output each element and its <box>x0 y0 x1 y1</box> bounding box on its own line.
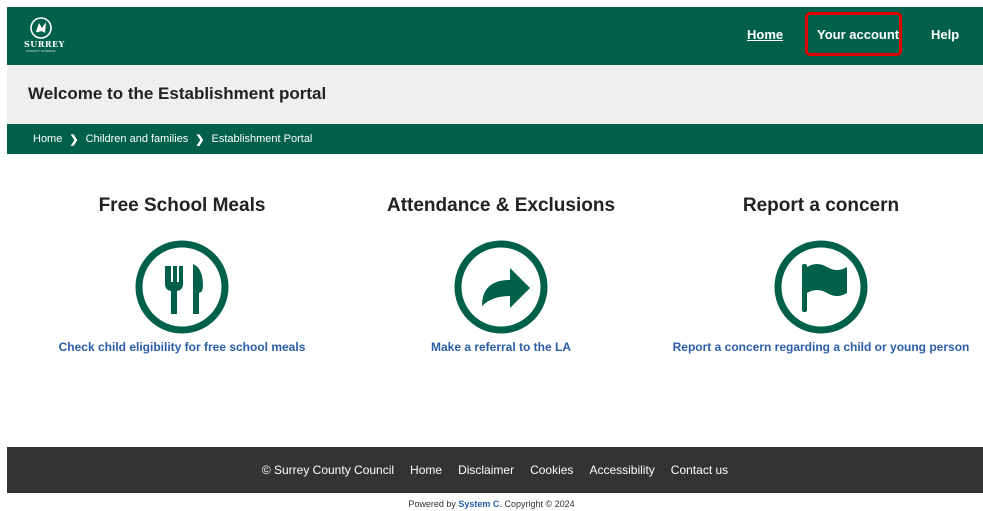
welcome-banner: Welcome to the Establishment portal <box>7 65 983 124</box>
nav-help-link[interactable]: Help <box>931 27 959 42</box>
cutlery-icon[interactable] <box>135 240 229 334</box>
footer-link-cookies[interactable]: Cookies <box>530 463 573 477</box>
powered-suffix: . Copyright © 2024 <box>499 499 575 509</box>
tile-attendance-exclusions: Attendance & Exclusions Make a referral … <box>341 195 661 356</box>
page-frame: SURREY COUNTY COUNCIL Home Your account … <box>7 7 983 154</box>
main-nav: Home Your account Help <box>7 7 983 65</box>
page-title: Welcome to the Establishment portal <box>28 84 327 103</box>
powered-prefix: Powered by <box>408 499 456 509</box>
footer-link-contact-us[interactable]: Contact us <box>671 463 728 477</box>
tile-title: Free School Meals <box>98 195 266 216</box>
breadcrumb-home[interactable]: Home <box>33 133 62 145</box>
chevron-right-icon: ❯ <box>69 133 79 146</box>
nav-your-account-link[interactable]: Your account <box>817 27 899 42</box>
free-school-meals-link[interactable]: Check child eligibility for free school … <box>59 340 306 354</box>
breadcrumb-current: Establishment Portal <box>211 133 313 145</box>
report-concern-link[interactable]: Report a concern regarding a child or yo… <box>673 340 970 354</box>
footer-copyright: © Surrey County Council <box>261 463 395 477</box>
tile-title: Attendance & Exclusions <box>386 195 616 216</box>
chevron-right-icon: ❯ <box>195 133 205 146</box>
breadcrumb: Home ❯ Children and families ❯ Establish… <box>7 124 983 154</box>
tile-report-concern: Report a concern Report a concern regard… <box>661 195 981 356</box>
footer-link-accessibility[interactable]: Accessibility <box>589 463 654 477</box>
tile-title: Report a concern <box>742 195 900 216</box>
service-tiles: Free School Meals Check child eligibilit… <box>0 195 983 375</box>
footer-link-disclaimer[interactable]: Disclaimer <box>458 463 514 477</box>
site-header: SURREY COUNTY COUNCIL Home Your account … <box>7 7 983 65</box>
breadcrumb-children-and-families[interactable]: Children and families <box>86 133 189 145</box>
footer-link-home[interactable]: Home <box>410 463 442 477</box>
site-footer: © Surrey County Council Home Disclaimer … <box>7 447 983 493</box>
nav-home-link[interactable]: Home <box>747 27 783 42</box>
tile-free-school-meals: Free School Meals Check child eligibilit… <box>22 195 342 356</box>
arrow-right-icon[interactable] <box>454 240 548 334</box>
referral-link[interactable]: Make a referral to the LA <box>431 340 571 354</box>
system-c-link[interactable]: System C <box>458 499 499 509</box>
flag-icon[interactable] <box>774 240 868 334</box>
powered-by: Powered by System C. Copyright © 2024 <box>0 499 983 509</box>
